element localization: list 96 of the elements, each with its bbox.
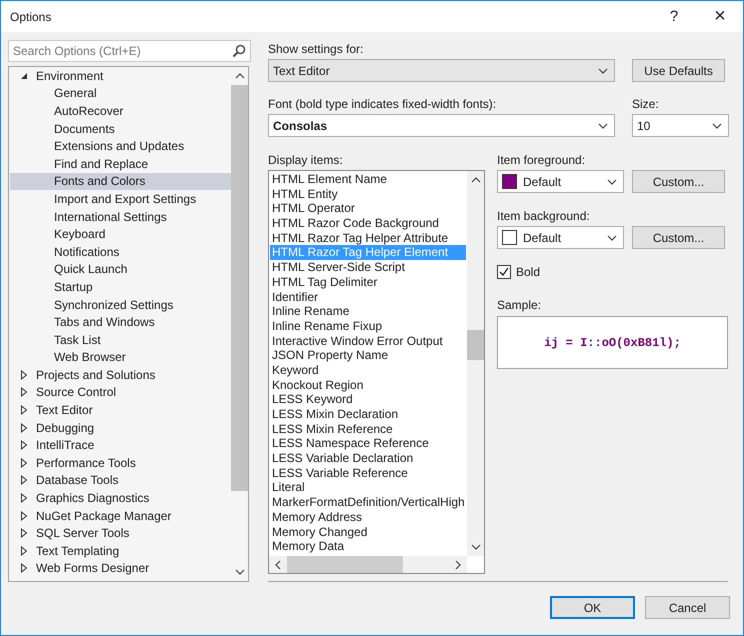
use-defaults-button[interactable]: Use Defaults xyxy=(632,59,725,82)
cancel-button[interactable]: Cancel xyxy=(645,596,730,619)
tree-item[interactable]: General xyxy=(10,84,231,102)
chevron-down-icon xyxy=(607,178,617,186)
help-button[interactable]: ? xyxy=(651,8,697,25)
tree-item[interactable]: Notifications xyxy=(10,242,231,261)
list-item[interactable]: HTML Element Name xyxy=(270,172,466,187)
list-item[interactable]: Inline Rename Fixup xyxy=(270,318,466,334)
sample-code: ij = I::oO(0xB81l); xyxy=(544,336,681,350)
dropdown[interactable]: Text Editor xyxy=(268,59,615,82)
list-item[interactable]: LESS Variable Reference xyxy=(270,466,466,480)
window-title: Options xyxy=(10,10,52,24)
tree-item[interactable]: Text Editor xyxy=(10,401,231,419)
tree-item[interactable]: Web Browser xyxy=(10,348,231,366)
chevron-down-icon xyxy=(607,234,617,242)
list-item[interactable]: HTML Razor Tag Helper Attribute xyxy=(270,230,466,246)
tree-item[interactable]: Fonts and Colors xyxy=(10,172,231,190)
tree-item[interactable]: Debugging xyxy=(10,418,231,436)
scrollbar-thumb[interactable] xyxy=(287,556,403,573)
search-field[interactable]: Search Options (Ctrl+E) xyxy=(8,40,251,62)
search-input[interactable]: Search Options (Ctrl+E) xyxy=(13,44,232,58)
tree-item[interactable]: Performance Tools xyxy=(10,454,231,472)
tree-item[interactable]: Find and Replace xyxy=(10,154,231,173)
scrollbar[interactable] xyxy=(269,556,467,573)
field-label: Show settings for: xyxy=(268,41,364,57)
list-item[interactable]: LESS Variable Declaration xyxy=(270,451,466,466)
tree-item[interactable]: IntelliTrace xyxy=(10,436,231,454)
tree-item[interactable]: Extensions and Updates xyxy=(10,137,231,155)
chevron-down-icon xyxy=(470,543,480,551)
field-label: Display items: xyxy=(268,152,344,168)
tree-item[interactable]: AutoRecover xyxy=(10,102,231,120)
dropdown[interactable]: Default xyxy=(497,170,624,193)
chevron-down-icon xyxy=(712,122,722,130)
tree-item[interactable]: Environment xyxy=(10,67,231,85)
list-item[interactable]: Keyword xyxy=(270,362,466,378)
list-item[interactable]: Literal xyxy=(270,480,466,496)
chevron-right-icon xyxy=(454,560,462,570)
list-item[interactable]: JSON Property Name xyxy=(270,348,466,363)
scrollbar[interactable] xyxy=(467,171,484,556)
custom-button[interactable]: Custom... xyxy=(632,226,725,249)
list-item[interactable]: LESS Namespace Reference xyxy=(270,436,466,452)
field-label: Size: xyxy=(632,96,659,112)
dropdown[interactable]: 10 xyxy=(632,114,729,137)
tree-item[interactable]: Quick Launch xyxy=(10,260,231,278)
chevron-down-icon xyxy=(598,122,608,130)
tree-item[interactable]: Synchronized Settings xyxy=(10,296,231,314)
list-item[interactable]: HTML Razor Code Background xyxy=(270,216,466,231)
field-label: Item background: xyxy=(497,208,591,224)
tree-item[interactable]: NuGet Package Manager xyxy=(10,506,231,524)
tree-item[interactable]: Documents xyxy=(10,120,231,138)
tree-item[interactable]: Projects and Solutions xyxy=(10,366,231,384)
search-icon xyxy=(232,44,246,58)
chevron-up-icon xyxy=(470,176,480,184)
tree-item[interactable]: Graphics Diagnostics xyxy=(10,489,231,507)
tree-item[interactable]: Keyboard xyxy=(10,225,231,243)
list-item[interactable]: Inline Rename xyxy=(270,304,466,319)
checkbox[interactable] xyxy=(497,265,511,279)
field-label: Item foreground: xyxy=(497,152,586,168)
tree-item[interactable]: International Settings xyxy=(10,208,231,226)
tree-item[interactable]: Tabs and Windows xyxy=(10,313,231,331)
close-button[interactable]: × xyxy=(697,5,743,28)
field-label: Sample: xyxy=(497,297,542,313)
list-item[interactable]: LESS Keyword xyxy=(270,392,466,407)
list-item[interactable]: HTML Entity xyxy=(270,186,466,202)
custom-button[interactable]: Custom... xyxy=(632,170,725,193)
dropdown[interactable]: Consolas xyxy=(268,114,615,137)
chevron-down-icon xyxy=(598,66,608,74)
scrollbar-thumb[interactable] xyxy=(467,330,484,360)
list-item[interactable]: Memory Data xyxy=(270,539,466,554)
chevron-up-icon xyxy=(234,72,244,80)
scrollbar-thumb[interactable] xyxy=(231,85,248,491)
tree-item[interactable]: SQL Server Tools xyxy=(10,524,231,542)
list-item[interactable]: HTML Server-Side Script xyxy=(270,260,466,275)
list-item[interactable]: Memory Address xyxy=(270,510,466,524)
list-item[interactable]: MarkerFormatDefinition/VerticalHigh xyxy=(270,495,466,510)
list-item[interactable]: Identifier xyxy=(270,290,466,304)
tree-item[interactable]: Web Forms Designer xyxy=(10,560,231,578)
chevron-down-icon xyxy=(234,568,244,576)
tree-item[interactable]: Source Control xyxy=(10,384,231,402)
chevron-left-icon xyxy=(274,560,282,570)
list-item[interactable]: HTML Tag Delimiter xyxy=(270,274,466,290)
list-item[interactable]: Interactive Window Error Output xyxy=(270,334,466,348)
field-label: Font (bold type indicates fixed-width fonts): xyxy=(268,96,498,112)
list-item[interactable]: LESS Mixin Declaration xyxy=(270,407,466,422)
ok-button[interactable]: OK xyxy=(550,596,635,619)
list-item[interactable]: Knockout Region xyxy=(270,378,466,392)
list-item[interactable]: Memory Changed xyxy=(270,524,466,540)
checkbox-label: Bold xyxy=(516,265,540,279)
dropdown[interactable]: Default xyxy=(497,226,624,249)
tree-item[interactable]: Task List xyxy=(10,330,231,348)
tree-item[interactable]: Database Tools xyxy=(10,472,231,490)
list-item[interactable]: HTML Operator xyxy=(270,201,466,216)
tree-item[interactable]: Text Templating xyxy=(10,542,231,560)
tree-item[interactable]: Startup xyxy=(10,278,231,296)
list-item[interactable]: LESS Mixin Reference xyxy=(270,422,466,436)
tree-item[interactable]: Import and Export Settings xyxy=(10,190,231,208)
